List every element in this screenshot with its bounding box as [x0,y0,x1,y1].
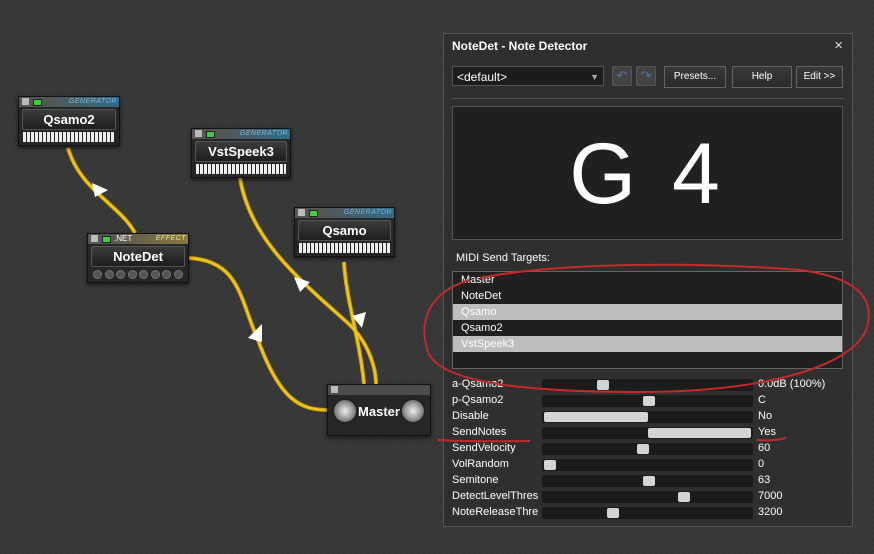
list-item[interactable]: VstSpeek3 [453,336,842,352]
param-row: Semitone 63 [452,473,843,489]
parameter-list: a-Qsamo2 0.0dB (100%) p-Qsamo2 C Disable No Se… [452,377,843,521]
list-item[interactable]: Qsamo [453,304,842,320]
param-slider[interactable] [542,459,753,471]
redo-icon[interactable]: ↷ [636,66,656,86]
undo-icon[interactable]: ↶ [612,66,632,86]
list-item[interactable]: Master [453,272,842,288]
net-tag: .NET [114,234,133,243]
node-qsamo2[interactable]: GENERATOR Qsamo2 [18,96,120,146]
param-slider[interactable] [542,395,753,407]
keyboard-icon [23,132,115,142]
keyboard-icon [299,243,390,253]
param-row: Disable No [452,409,843,425]
param-row: VolRandom 0 [452,457,843,473]
chevron-down-icon: ▼ [590,72,599,82]
param-label: SendNotes [452,426,507,438]
list-item[interactable]: NoteDet [453,288,842,304]
param-value: 60 [758,442,771,454]
slider-thumb[interactable] [544,412,648,422]
help-button[interactable]: Help [732,66,792,88]
param-slider[interactable] [542,411,753,423]
param-label: a-Qsamo2 [452,378,504,390]
param-slider[interactable] [542,379,753,391]
param-row: SendVelocity 60 [452,441,843,457]
slider-thumb[interactable] [642,396,655,406]
param-slider[interactable] [542,491,753,503]
param-row: DetectLevelThres 7000 [452,489,843,505]
node-type-tag: GENERATOR [343,209,392,216]
param-slider[interactable] [542,475,753,487]
preset-dropdown[interactable]: <default> ▼ [452,66,604,86]
close-icon[interactable]: × [834,34,843,58]
slider-thumb[interactable] [607,508,620,518]
notedet-plugin-window[interactable]: NoteDet - Note Detector × <default> ▼ ↶ … [443,33,853,527]
param-label: Semitone [452,474,499,486]
midi-targets-label: MIDI Send Targets: [456,252,550,264]
midi-targets-list[interactable]: Master NoteDet Qsamo Qsamo2 VstSpeek3 [452,271,843,369]
param-value: C [758,394,766,406]
param-row: p-Qsamo2 C [452,393,843,409]
divider [452,98,844,99]
param-label: DetectLevelThres [452,490,539,502]
slider-thumb[interactable] [597,380,610,390]
node-title: NoteDet [91,246,185,267]
param-value: 63 [758,474,771,486]
param-value: 0 [758,458,765,470]
node-title: Qsamo2 [22,109,116,130]
arrow-icon [248,324,262,342]
node-notedet[interactable]: .NET EFFECT NoteDet [87,233,189,283]
node-title: VstSpeek3 [195,141,287,162]
node-master[interactable]: Master [327,384,431,436]
param-slider[interactable] [542,443,753,455]
node-title: Qsamo [298,220,391,241]
list-item[interactable]: Qsamo2 [453,320,842,336]
window-header[interactable]: NoteDet - Note Detector × [444,34,852,58]
param-value: Yes [758,426,776,438]
param-row: SendNotes Yes [452,425,843,441]
slider-thumb[interactable] [677,492,690,502]
speaker-icon [332,398,358,424]
param-row: a-Qsamo2 0.0dB (100%) [452,377,843,393]
speaker-icon [399,398,426,424]
param-label: p-Qsamo2 [452,394,504,406]
slider-thumb[interactable] [636,444,649,454]
param-label: SendVelocity [452,442,516,454]
node-title: Master [358,403,400,419]
preset-value: <default> [457,70,508,84]
slider-thumb[interactable] [647,428,751,438]
edit-button[interactable]: Edit >> [796,66,843,88]
node-type-tag: GENERATOR [239,130,288,137]
param-label: VolRandom [452,458,509,470]
param-value: 3200 [758,506,783,518]
param-slider[interactable] [542,507,753,519]
node-type-tag: GENERATOR [68,98,117,105]
window-title: NoteDet - Note Detector [452,39,588,53]
node-qsamo[interactable]: GENERATOR Qsamo [294,207,395,257]
port-dots [92,269,184,279]
node-vstspeek3[interactable]: GENERATOR VstSpeek3 [191,128,291,178]
slider-thumb[interactable] [642,476,655,486]
param-label: NoteReleaseThre [452,506,539,518]
presets-button[interactable]: Presets... [664,66,726,88]
slider-thumb[interactable] [544,460,556,470]
param-value: 7000 [758,490,783,502]
detected-note-display: G 4 [452,106,843,240]
node-type-tag: EFFECT [155,235,186,242]
param-value: No [758,410,773,422]
keyboard-icon [196,164,286,174]
param-slider[interactable] [542,427,753,439]
param-label: Disable [452,410,489,422]
param-row: NoteReleaseThre 3200 [452,505,843,521]
param-value: 0.0dB (100%) [758,378,826,390]
